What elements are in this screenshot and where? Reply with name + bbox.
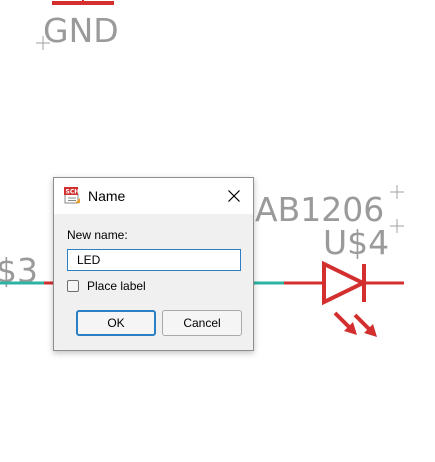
dialog-title: Name [88,188,126,204]
ok-button[interactable]: OK [76,310,156,336]
led-symbol[interactable] [322,260,404,337]
gnd-label: GND [43,11,119,50]
name-dialog: SCH Name New name: Place label OK Cancel [53,177,254,351]
place-label-option[interactable]: Place label [67,279,146,293]
new-name-input[interactable] [67,249,241,271]
place-label-text: Place label [87,279,146,293]
led-name-label: U$4 [323,223,389,262]
sch-icon-text: SCH [66,189,80,196]
led-value-origin-cross [390,185,404,199]
place-label-checkbox[interactable] [67,280,79,292]
close-button[interactable] [221,184,247,208]
gnd-symbol[interactable]: GND [36,0,119,50]
cancel-button[interactable]: Cancel [162,310,242,336]
sch-icon: SCH [64,187,80,204]
led-name-origin-cross [390,219,404,233]
new-name-label: New name: [67,228,128,242]
dialog-titlebar[interactable]: SCH Name [54,178,253,214]
close-icon [228,190,240,202]
